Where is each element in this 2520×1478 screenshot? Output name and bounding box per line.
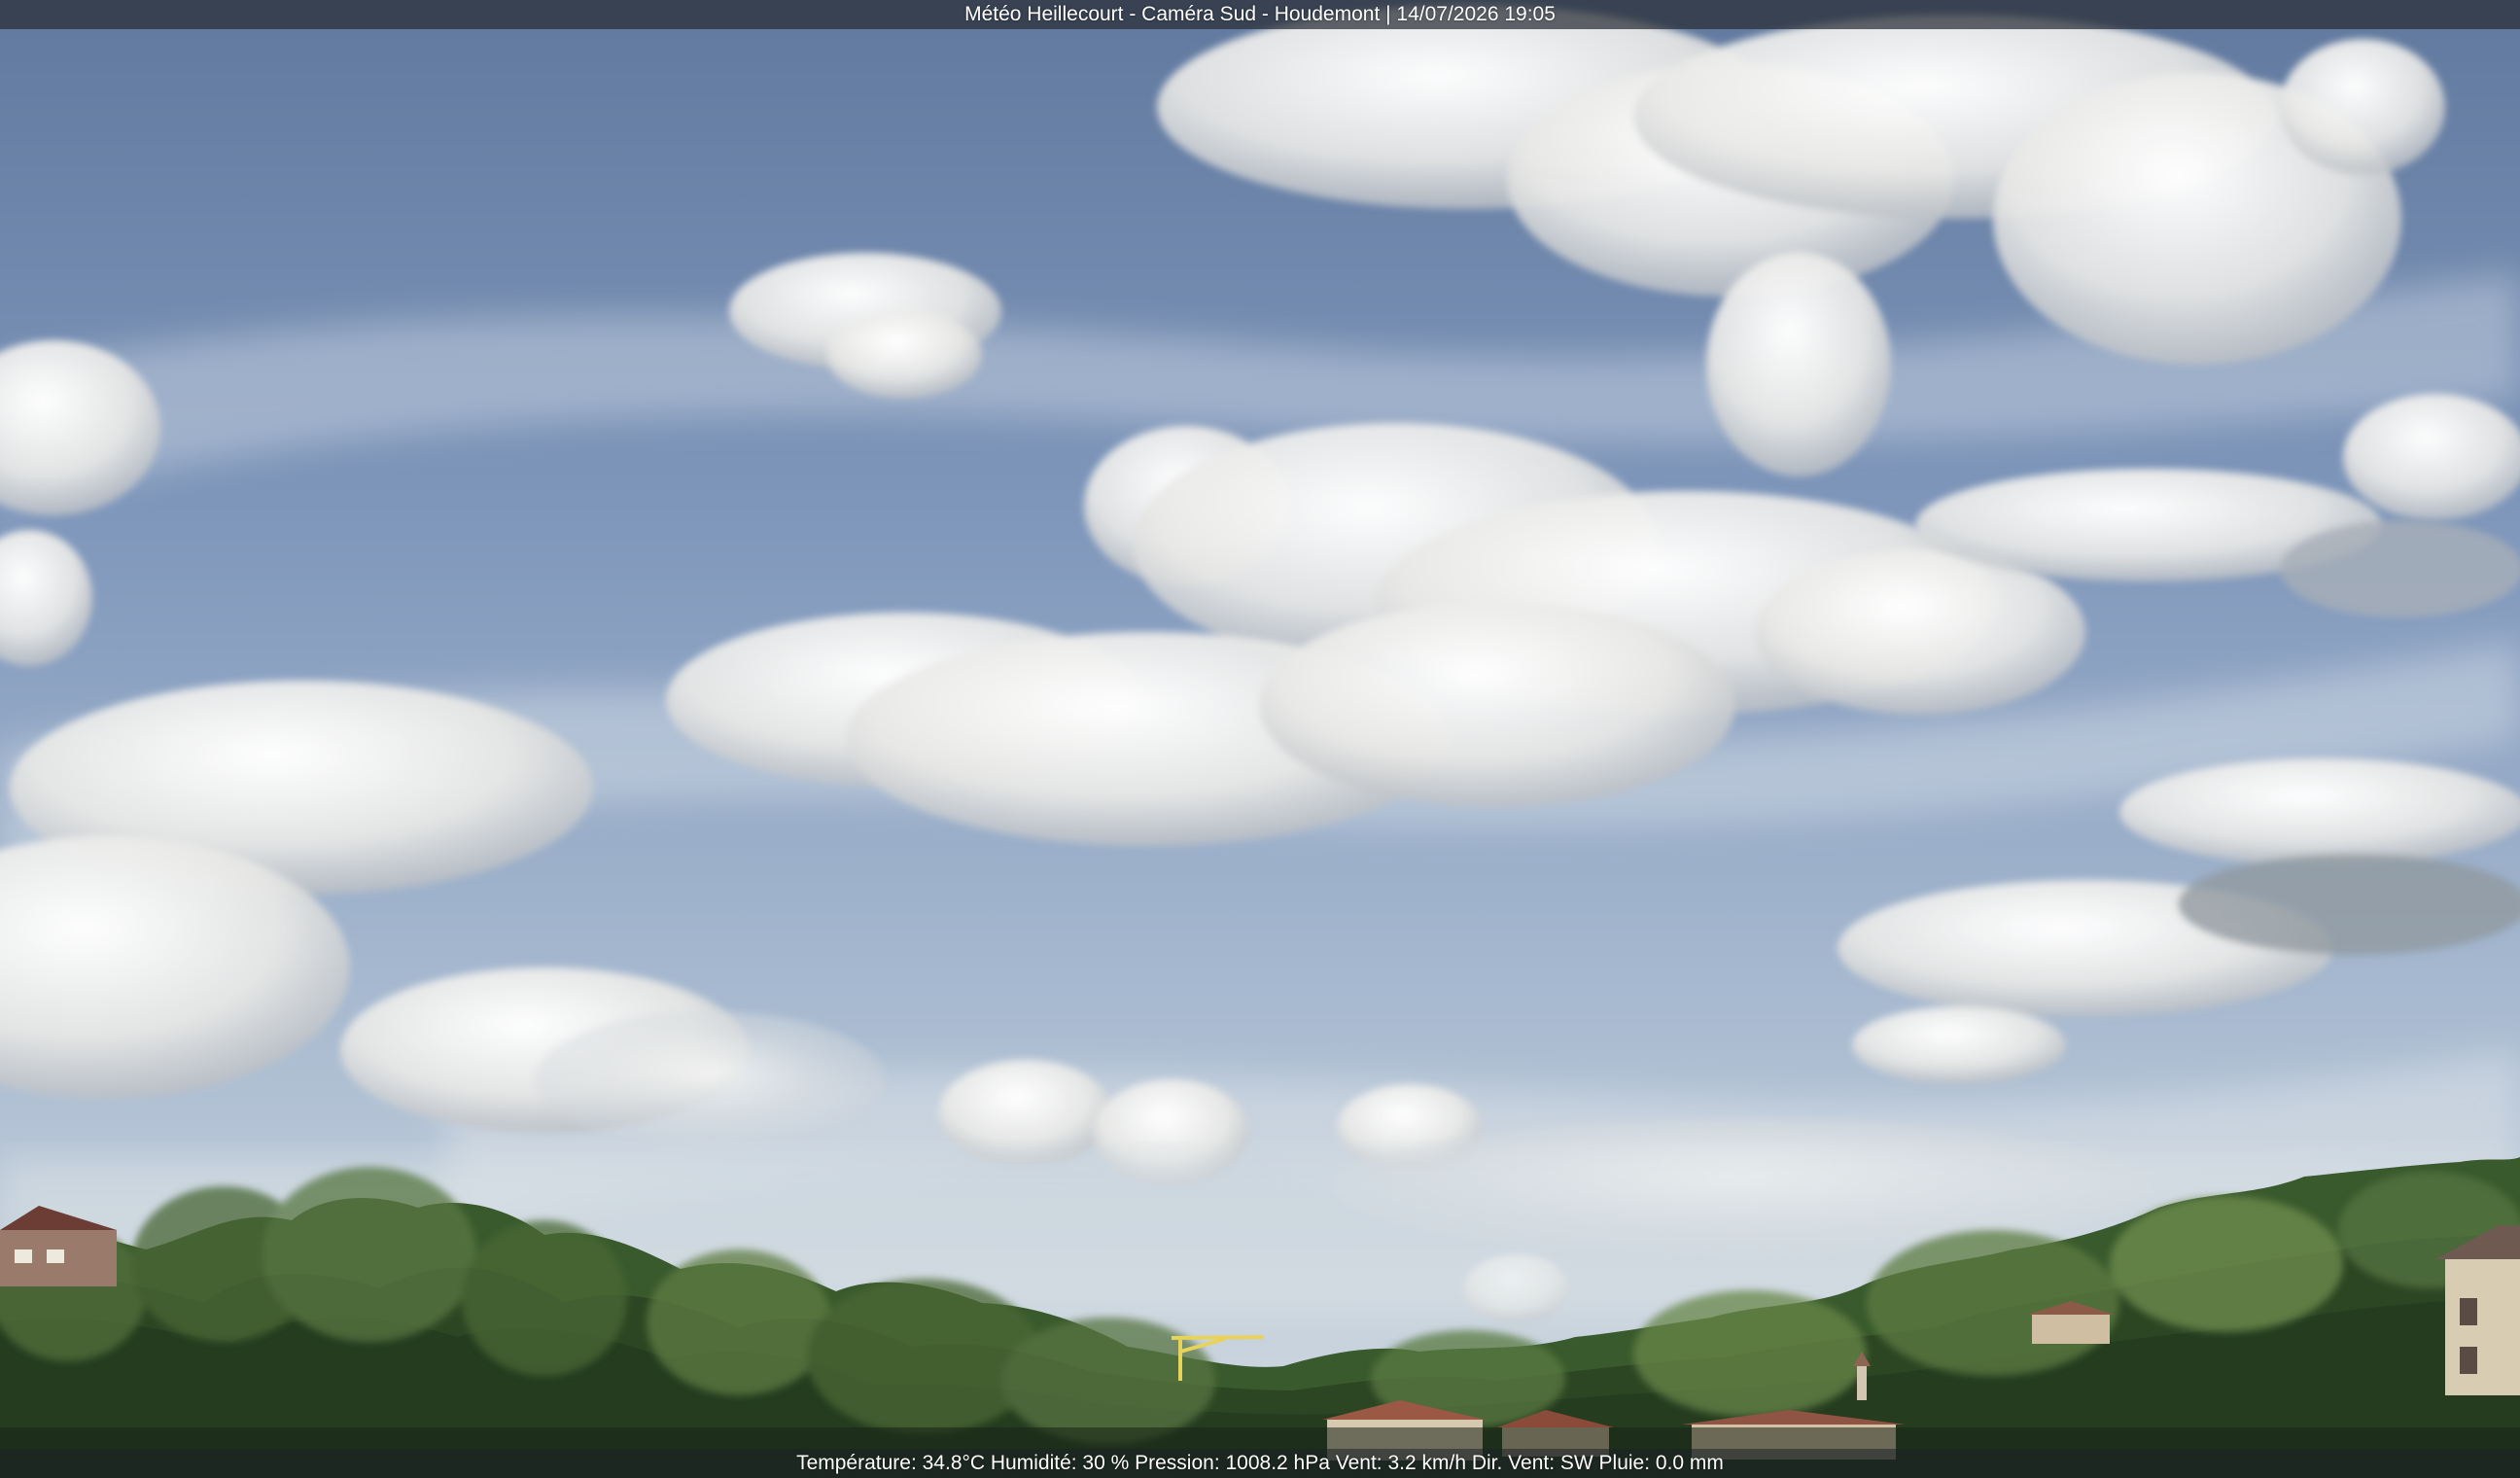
weather-info-bar: Température: 34.8°C Humidité: 30 % Press… bbox=[0, 1449, 2520, 1478]
weather-readings: Température: 34.8°C Humidité: 30 % Press… bbox=[796, 1452, 1724, 1474]
camera-title: Météo Heillecourt - Caméra Sud - Houdemo… bbox=[964, 3, 1556, 25]
webcam-scene bbox=[0, 0, 2520, 1478]
camera-title-bar: Météo Heillecourt - Caméra Sud - Houdemo… bbox=[0, 0, 2520, 29]
